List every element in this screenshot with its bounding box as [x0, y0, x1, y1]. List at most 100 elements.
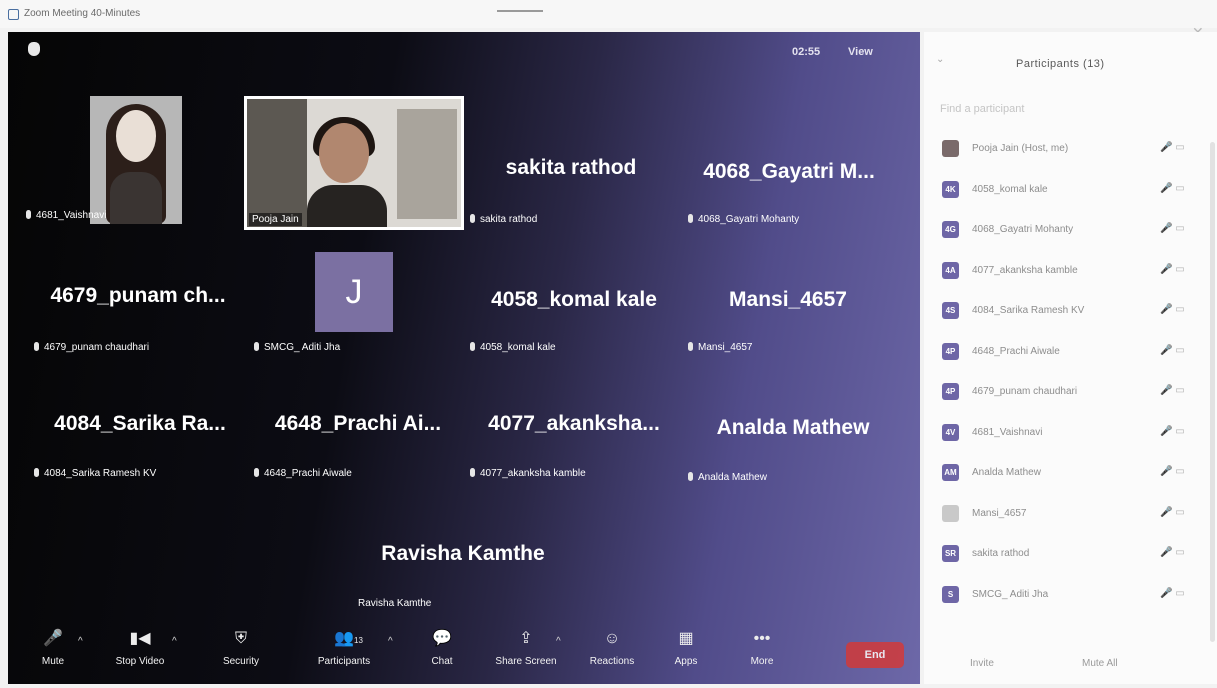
- microphone-muted-icon: [254, 342, 259, 351]
- video-feed-vaishnavi[interactable]: [90, 96, 182, 224]
- mute-all-button[interactable]: Mute All: [1082, 658, 1118, 669]
- tile-label: 4679_punam chaudhari: [34, 342, 149, 353]
- drag-handle[interactable]: [497, 10, 543, 12]
- microphone-muted-icon: [470, 214, 475, 223]
- participant-row[interactable]: Pooja Jain (Host, me) 🎤 ▭: [924, 130, 1217, 170]
- participant-avatar: 4A: [942, 261, 959, 279]
- participant-row[interactable]: 4P 4679_punam chaudhari 🎤 ▭: [924, 373, 1217, 413]
- participant-avatar: [942, 140, 959, 157]
- microphone-muted-icon: [470, 342, 475, 351]
- tile-display-name: 4679_punam ch...: [50, 284, 226, 307]
- collapse-chevron-icon[interactable]: ⌄: [936, 54, 944, 65]
- microphone-muted-icon: [34, 468, 39, 477]
- participant-avatar: 4P: [942, 342, 959, 360]
- more-button[interactable]: ••• More: [744, 628, 780, 667]
- participant-name: sakita rathod: [972, 548, 1030, 559]
- zoom-app-icon: [8, 9, 19, 20]
- panel-scrollbar[interactable]: [1210, 142, 1215, 642]
- share-options-chevron-icon[interactable]: ^: [556, 636, 561, 647]
- microphone-muted-icon: [688, 472, 693, 481]
- participant-name: Mansi_4657: [972, 507, 1027, 519]
- tile-label: 4077_akanksha kamble: [470, 468, 586, 479]
- tile-display-name: 4058_komal kale: [491, 288, 657, 311]
- participant-avatar: 4K: [942, 180, 959, 198]
- smiley-reaction-icon: ☺: [603, 630, 621, 647]
- microphone-muted-icon: [470, 468, 475, 477]
- participant-mic-camera-icon[interactable]: 🎤 ▭: [1160, 547, 1185, 558]
- audio-options-chevron-icon[interactable]: ^: [78, 636, 83, 647]
- participant-avatar: 4V: [942, 423, 959, 441]
- participant-row[interactable]: 4K 4058_komal kale 🎤 ▭: [924, 171, 1217, 211]
- title-bar: Zoom Meeting 40-Minutes — ✕: [0, 0, 1217, 40]
- tile-display-name: 4077_akanksha...: [488, 412, 660, 435]
- invite-button[interactable]: Invite: [970, 658, 994, 669]
- end-meeting-button[interactable]: End: [846, 642, 904, 668]
- participant-name: Analda Mathew: [972, 467, 1041, 478]
- participant-mic-camera-icon[interactable]: 🎤 ▭: [1160, 223, 1185, 234]
- meeting-timer: 02:55: [792, 46, 821, 58]
- apps-button[interactable]: ▦ Apps: [668, 628, 704, 667]
- participant-avatar: AM: [942, 464, 959, 481]
- tile-display-name: 4084_Sarika Ra...: [54, 412, 226, 435]
- video-feed-pooja-jain[interactable]: Pooja Jain: [244, 96, 464, 230]
- participant-row[interactable]: 4S 4084_Sarika Ramesh KV 🎤 ▭: [924, 292, 1217, 332]
- participant-mic-camera-icon[interactable]: 🎤 ▭: [1160, 264, 1185, 275]
- reactions-button[interactable]: ☺ Reactions: [582, 628, 642, 667]
- share-screen-button[interactable]: ⇪ Share Screen: [490, 628, 562, 667]
- view-button[interactable]: View: [848, 46, 873, 58]
- participant-name: 4648_Prachi Aiwale: [972, 345, 1060, 357]
- participant-row[interactable]: 4G 4068_Gayatri Mohanty 🎤 ▭: [924, 211, 1217, 251]
- participant-row[interactable]: 4P 4648_Prachi Aiwale 🎤 ▭: [924, 333, 1217, 373]
- participant-mic-camera-icon[interactable]: 🎤 ▭: [1160, 183, 1185, 194]
- tile-label: 4648_Prachi Aiwale: [254, 468, 352, 479]
- participant-search-input[interactable]: Find a participant: [936, 98, 1196, 120]
- participant-mic-camera-icon[interactable]: 🎤 ▭: [1160, 507, 1185, 518]
- tile-label: 4084_Sarika Ramesh KV: [34, 468, 156, 479]
- participant-row[interactable]: Mansi_4657 🎤 ▭: [924, 495, 1217, 535]
- participant-mic-camera-icon[interactable]: 🎤 ▭: [1160, 466, 1185, 477]
- share-screen-icon: ⇪: [519, 630, 533, 647]
- participant-avatar: S: [942, 585, 959, 603]
- microphone-muted-icon: [254, 468, 259, 477]
- participant-avatar: [942, 504, 959, 522]
- participant-mic-camera-icon[interactable]: 🎤 ▭: [1160, 142, 1185, 153]
- encryption-shield-icon[interactable]: [28, 42, 40, 56]
- participant-name: 4681_Vaishnavi: [972, 426, 1043, 438]
- meeting-toolbar: 🎤 Mute ^ ▮◀ Stop Video ^ ⛨ Security 👥 Pa…: [8, 622, 920, 684]
- participants-button[interactable]: 👥 Participants: [308, 628, 380, 667]
- mute-button[interactable]: 🎤 Mute: [34, 628, 72, 667]
- tile-label: 4058_komal kale: [470, 342, 556, 353]
- avatar-aditi-jha[interactable]: J: [315, 252, 393, 332]
- participant-mic-camera-icon[interactable]: 🎤 ▭: [1160, 588, 1185, 599]
- participant-row[interactable]: SR sakita rathod 🎤 ▭: [924, 535, 1217, 575]
- participants-options-chevron-icon[interactable]: ^: [388, 636, 393, 647]
- chat-button[interactable]: 💬 Chat: [424, 628, 460, 667]
- video-gallery: 02:55 View 4681_Vaishnavi Pooja Jain sak…: [8, 32, 920, 684]
- participant-row[interactable]: S SMCG_ Aditi Jha 🎤 ▭: [924, 576, 1217, 616]
- participant-row[interactable]: 4A 4077_akanksha kamble 🎤 ▭: [924, 252, 1217, 292]
- tile-display-name: Ravisha Kamthe: [381, 542, 545, 565]
- window-title: Zoom Meeting 40-Minutes: [24, 8, 141, 19]
- video-camera-icon: ▮◀: [129, 630, 151, 647]
- participant-mic-camera-icon[interactable]: 🎤 ▭: [1160, 426, 1185, 437]
- participant-mic-camera-icon[interactable]: 🎤 ▭: [1160, 304, 1185, 315]
- video-options-chevron-icon[interactable]: ^: [172, 636, 177, 647]
- participant-mic-camera-icon[interactable]: 🎤 ▭: [1160, 385, 1185, 396]
- participant-name: 4058_komal kale: [972, 183, 1048, 195]
- participant-row[interactable]: AM Analda Mathew 🎤 ▭: [924, 454, 1217, 494]
- tile-label: SMCG_ Aditi Jha: [254, 342, 340, 353]
- tile-label: 4068_Gayatri Mohanty: [688, 214, 799, 225]
- participant-mic-camera-icon[interactable]: 🎤 ▭: [1160, 345, 1185, 356]
- participant-name: SMCG_ Aditi Jha: [972, 588, 1049, 600]
- tile-display-name: 4068_Gayatri M...: [703, 160, 875, 183]
- stop-video-button[interactable]: ▮◀ Stop Video: [108, 628, 172, 667]
- participant-avatar: SR: [942, 545, 959, 562]
- security-button[interactable]: ⛨ Security: [216, 628, 266, 667]
- tile-display-name: 4648_Prachi Ai...: [274, 412, 442, 435]
- tile-label: Ravisha Kamthe: [358, 598, 432, 609]
- participant-avatar: 4G: [942, 221, 959, 238]
- more-ellipsis-icon: •••: [753, 630, 771, 647]
- microphone-icon: 🎤: [43, 630, 63, 647]
- participant-row[interactable]: 4V 4681_Vaishnavi 🎤 ▭: [924, 414, 1217, 454]
- participants-count-badge: 13: [354, 636, 363, 645]
